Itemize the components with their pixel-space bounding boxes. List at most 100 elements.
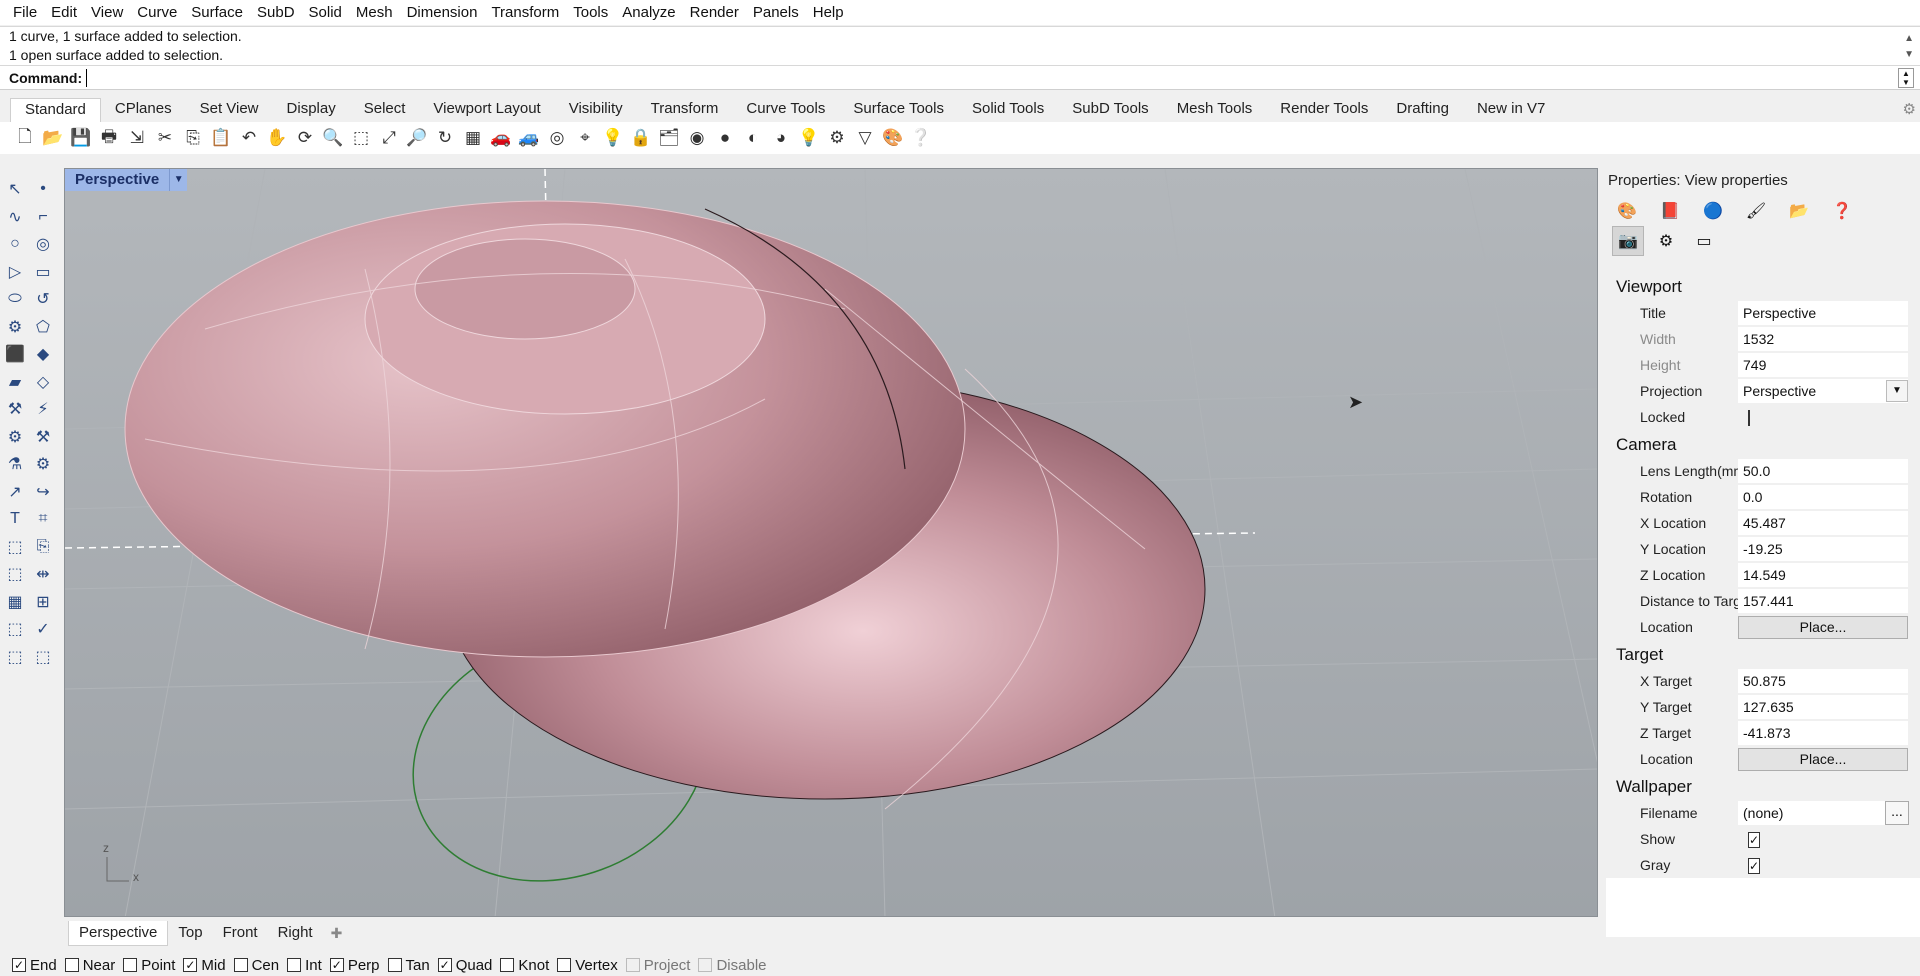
menu-subd[interactable]: SubD — [250, 0, 302, 25]
chevron-down-icon[interactable]: ▼ — [169, 169, 188, 191]
loft-icon[interactable]: ◇ — [30, 369, 56, 395]
locked-checkbox[interactable] — [1748, 410, 1750, 426]
tab-standard[interactable]: Standard — [10, 98, 101, 122]
join-icon[interactable]: ⚙ — [2, 424, 28, 450]
osnap-checkbox[interactable]: ✓ — [437, 958, 452, 972]
osnap-mid[interactable]: ✓ Mid — [183, 957, 226, 974]
lens-length-field[interactable]: 50.0 — [1738, 459, 1908, 483]
menu-solid[interactable]: Solid — [302, 0, 349, 25]
car2-icon[interactable]: 🚙 — [516, 125, 542, 151]
paste-icon[interactable]: 📋 — [208, 125, 234, 151]
osnap-int[interactable]: Int — [287, 957, 322, 974]
camera-place-button[interactable]: Place... — [1738, 615, 1908, 639]
lock-icon[interactable]: 🔒 — [628, 125, 654, 151]
boolean-icon[interactable]: ⚙ — [30, 451, 56, 477]
perspective-viewport[interactable]: Perspective ▼ z x — [64, 168, 1598, 917]
render-preview-icon[interactable]: ◐ — [740, 125, 766, 151]
cut-icon[interactable]: ✂ — [152, 125, 178, 151]
cplane-icon[interactable]: ◎ — [544, 125, 570, 151]
x-target-field[interactable]: 50.875 — [1738, 669, 1908, 693]
tab-solid-tools[interactable]: Solid Tools — [958, 98, 1058, 122]
text-icon[interactable]: T — [2, 506, 28, 532]
chevron-down-icon[interactable]: ▼ — [1886, 380, 1908, 402]
osnap-checkbox[interactable]: ✓ — [329, 958, 344, 972]
command-spin-icon[interactable]: ▲ ▼ — [1898, 68, 1914, 88]
zoom-extents-icon[interactable]: ⤢ — [376, 125, 402, 151]
osnap-icon[interactable]: ⌖ — [572, 125, 598, 151]
tab-select[interactable]: Select — [350, 98, 420, 122]
rotate-icon[interactable]: ↪ — [30, 479, 56, 505]
menu-analyze[interactable]: Analyze — [615, 0, 682, 25]
viewport-tab-right[interactable]: Right — [268, 921, 323, 945]
target-place-button[interactable]: Place... — [1738, 747, 1908, 771]
menu-surface[interactable]: Surface — [184, 0, 250, 25]
polygon-icon[interactable]: ▷ — [2, 259, 28, 285]
viewport-title-label[interactable]: Perspective — [65, 169, 170, 191]
x-location-field[interactable]: 45.487 — [1738, 511, 1908, 535]
grid-icon[interactable]: ▦ — [460, 125, 486, 151]
analyze-icon[interactable]: ✓ — [30, 616, 56, 642]
osnap-checkbox[interactable] — [500, 958, 515, 972]
history-scroll-arrows[interactable]: ▲ ▼ — [1904, 31, 1914, 63]
osnap-checkbox[interactable] — [64, 958, 79, 972]
split-icon[interactable]: ⚗ — [2, 451, 28, 477]
import-icon[interactable]: ⇲ — [124, 125, 150, 151]
folder-icon[interactable]: 📂 — [1784, 198, 1814, 224]
rotate-view-icon[interactable]: ⟳ — [292, 125, 318, 151]
box-icon[interactable]: ⬛ — [2, 341, 28, 367]
projection-select[interactable]: Perspective ▼ — [1738, 379, 1908, 403]
osnap-disable[interactable]: Disable — [698, 957, 767, 974]
menu-curve[interactable]: Curve — [130, 0, 184, 25]
tab-surface-tools[interactable]: Surface Tools — [839, 98, 958, 122]
tab-mesh-tools[interactable]: Mesh Tools — [1163, 98, 1267, 122]
tab-viewport-layout[interactable]: Viewport Layout — [419, 98, 554, 122]
gear-icon[interactable]: ⚙ — [1903, 100, 1916, 118]
render-icon[interactable]: ⬚ — [2, 644, 28, 670]
tab-render-tools[interactable]: Render Tools — [1266, 98, 1382, 122]
check-icon[interactable]: ⇹ — [30, 561, 56, 587]
zoom-window-icon[interactable]: ⬚ — [348, 125, 374, 151]
properties-tool-icon[interactable]: ⬚ — [30, 644, 56, 670]
osnap-cen[interactable]: Cen — [233, 957, 279, 974]
viewport-tab-top[interactable]: Top — [168, 921, 212, 945]
shade-icon[interactable]: ● — [712, 125, 738, 151]
material-icon[interactable]: 📕 — [1655, 198, 1685, 224]
camera-icon[interactable]: 📷 — [1612, 226, 1644, 256]
menu-file[interactable]: File — [6, 0, 44, 25]
new-icon[interactable]: 🗋 — [12, 125, 38, 151]
tab-subd-tools[interactable]: SubD Tools — [1058, 98, 1162, 122]
dimension-icon[interactable]: ⌗ — [30, 506, 56, 532]
sphere-icon[interactable]: ◕ — [768, 125, 794, 151]
viewport-tab-perspective[interactable]: Perspective — [68, 920, 169, 946]
color-icon[interactable]: ◉ — [684, 125, 710, 151]
osnap-checkbox[interactable] — [625, 958, 640, 972]
filter-icon[interactable]: ▽ — [852, 125, 878, 151]
move-icon[interactable]: ↗ — [2, 479, 28, 505]
freeform-icon[interactable]: ↺ — [30, 286, 56, 312]
zoom-dynamic-icon[interactable]: ↻ — [432, 125, 458, 151]
named-views-icon[interactable]: ⚙ — [1650, 226, 1682, 256]
osnap-checkbox[interactable] — [287, 958, 302, 972]
polyline-icon[interactable]: ∿ — [2, 204, 28, 230]
light-bulb-icon[interactable]: 💡 — [796, 125, 822, 151]
surface-corner-icon[interactable]: ⚙ — [2, 314, 28, 340]
block-icon[interactable]: ⬚ — [2, 561, 28, 587]
y-location-field[interactable]: -19.25 — [1738, 537, 1908, 561]
trim-icon[interactable]: ⚒ — [30, 424, 56, 450]
menu-edit[interactable]: Edit — [44, 0, 84, 25]
osnap-knot[interactable]: Knot — [500, 957, 549, 974]
menu-tools[interactable]: Tools — [566, 0, 615, 25]
viewport-tab-front[interactable]: Front — [213, 921, 268, 945]
rectangle-icon[interactable]: ▭ — [30, 259, 56, 285]
osnap-checkbox[interactable] — [387, 958, 402, 972]
car-icon[interactable]: 🚗 — [488, 125, 514, 151]
add-viewport-tab-icon[interactable]: ✚ — [323, 925, 343, 942]
help-panel-icon[interactable]: ❓ — [1827, 198, 1857, 224]
menu-render[interactable]: Render — [683, 0, 746, 25]
tab-display[interactable]: Display — [273, 98, 350, 122]
zoom-selected-icon[interactable]: 🔎 — [404, 125, 430, 151]
tab-curve-tools[interactable]: Curve Tools — [732, 98, 839, 122]
edit-icon[interactable]: ⚒ — [2, 396, 28, 422]
title-field[interactable]: Perspective — [1738, 301, 1908, 325]
save-icon[interactable]: 💾 — [68, 125, 94, 151]
